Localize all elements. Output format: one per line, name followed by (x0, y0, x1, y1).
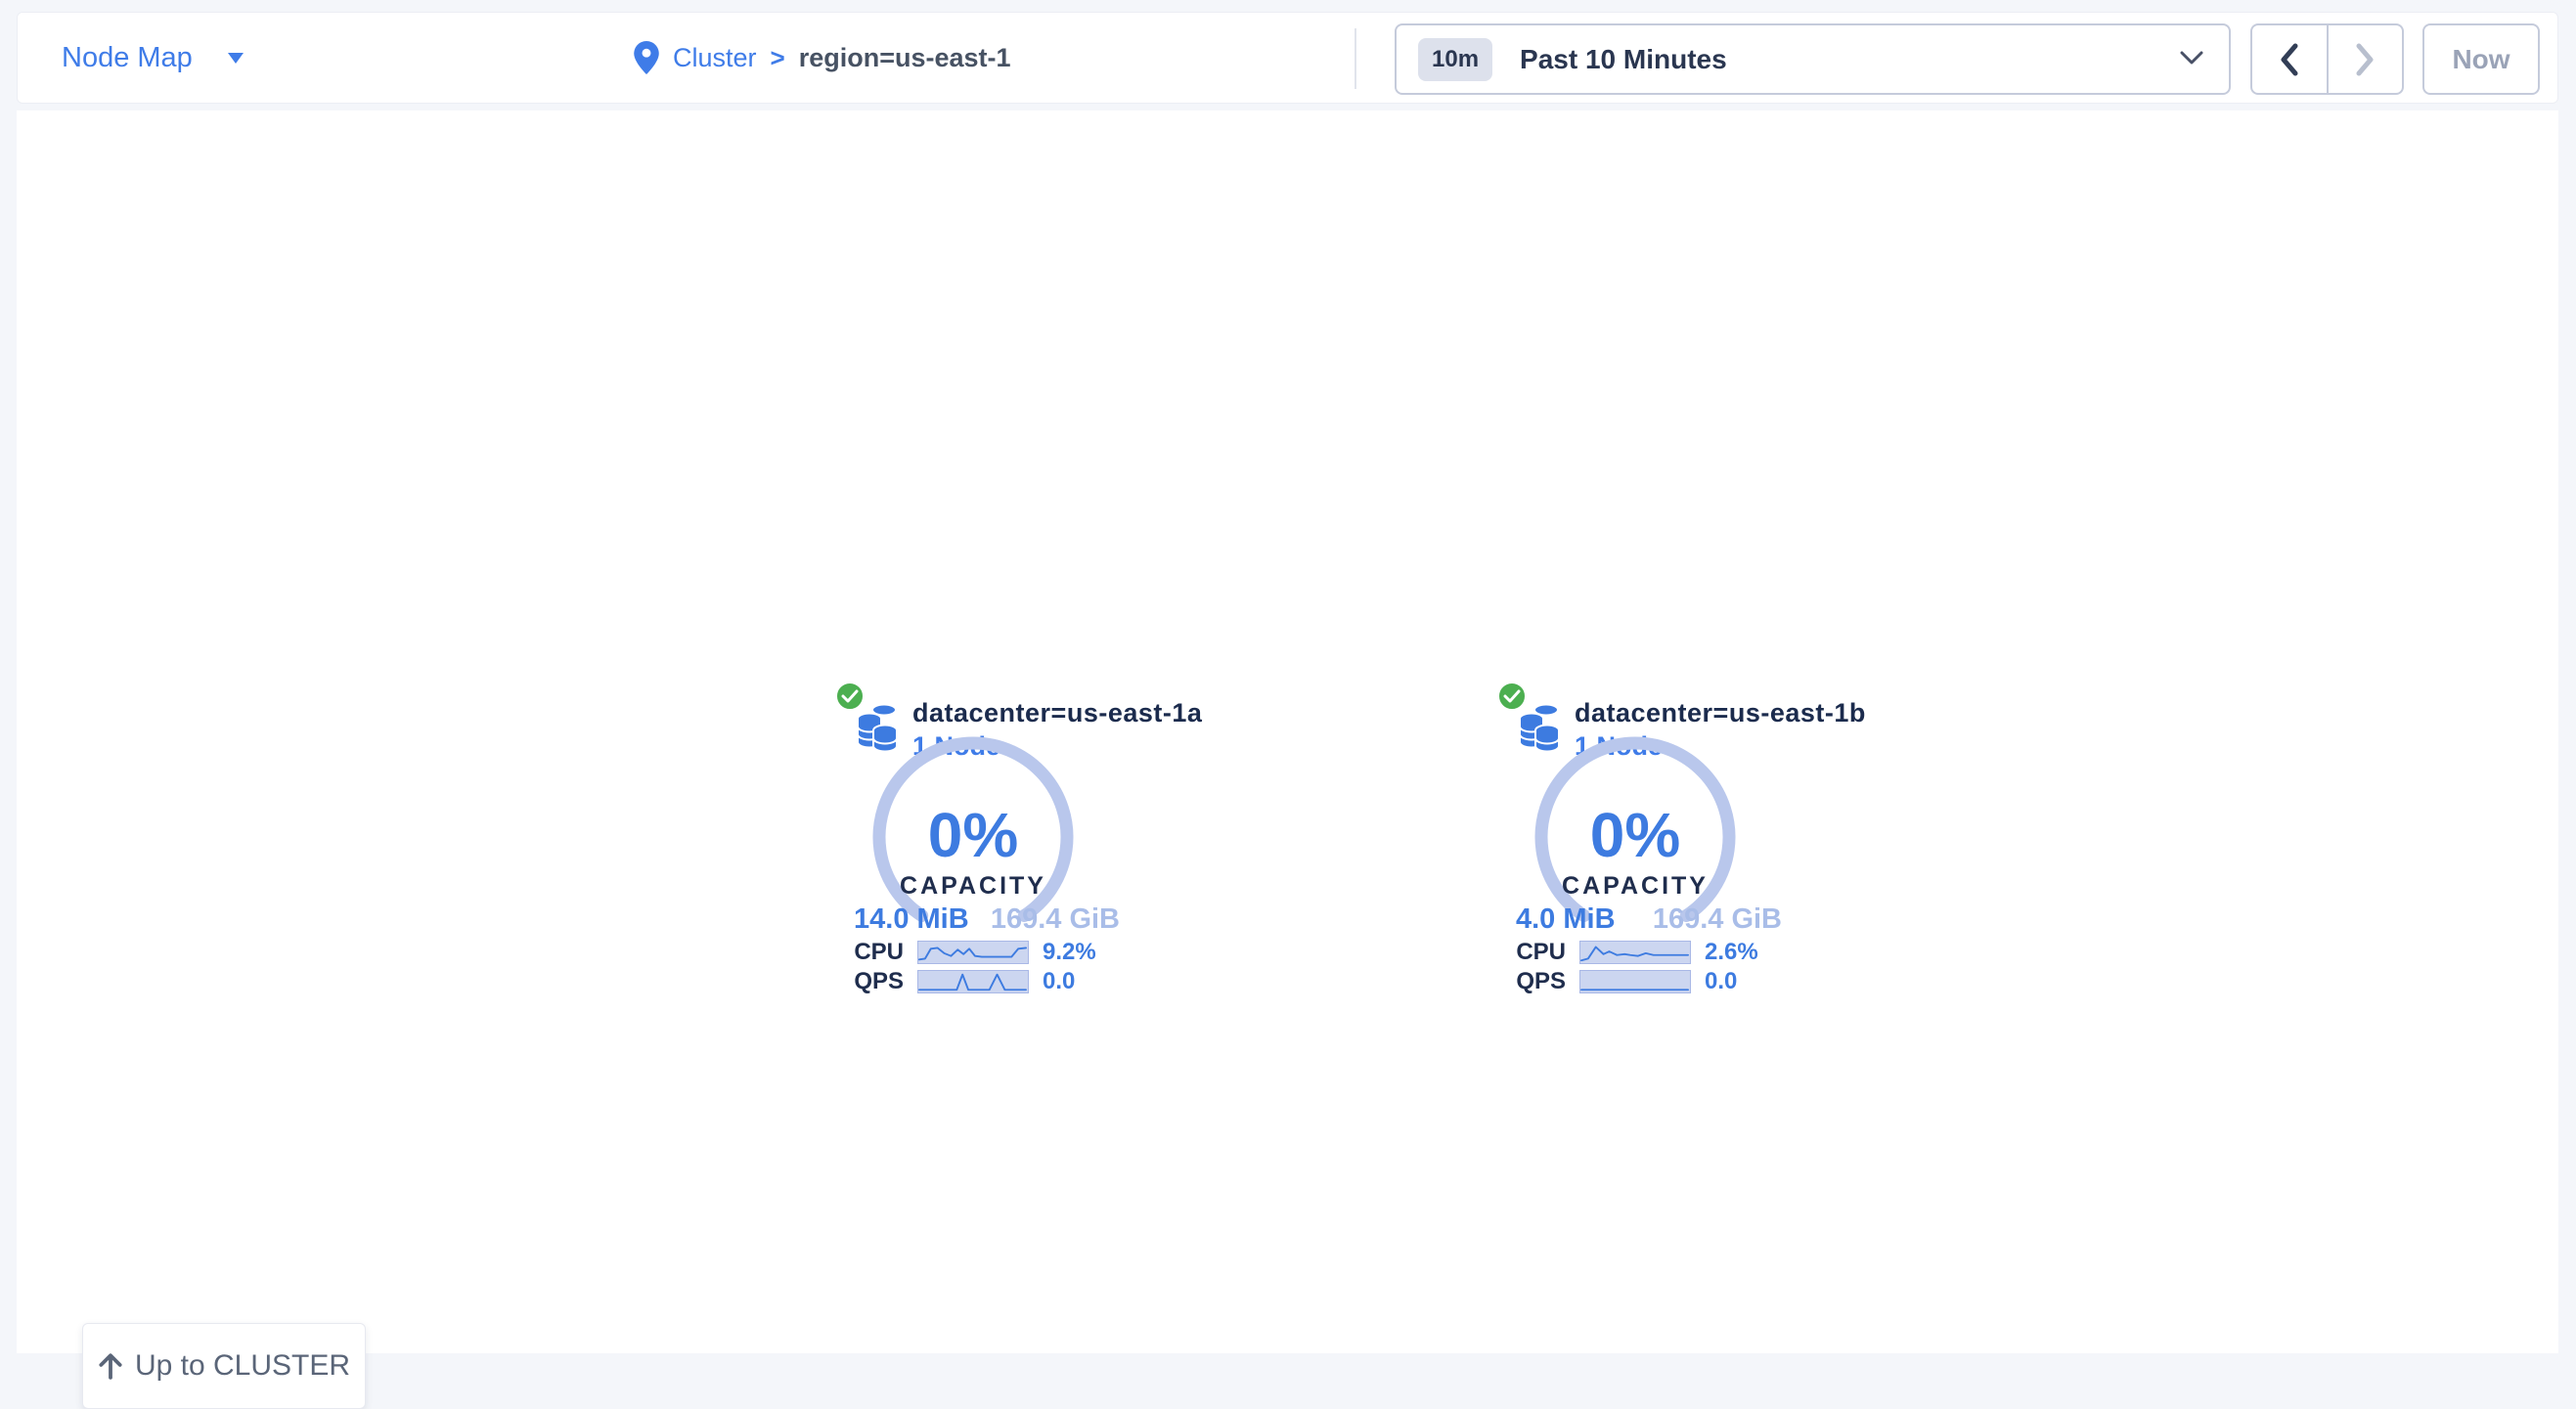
cpu-label: CPU (838, 939, 904, 966)
capacity-values: 14.0 MiB 169.4 GiB (854, 903, 1120, 936)
chevron-left-icon (2280, 43, 2299, 76)
cpu-sparkline (917, 941, 1029, 964)
cpu-value: 9.2% (1043, 939, 1096, 966)
capacity-percent: 0% (1530, 794, 1741, 876)
caret-down-icon (228, 53, 244, 64)
breadcrumb-cluster-link[interactable]: Cluster (673, 43, 757, 73)
view-selector-dropdown[interactable]: Node Map (62, 13, 244, 103)
breadcrumb: Cluster > region=us-east-1 (634, 13, 1011, 103)
breadcrumb-current: region=us-east-1 (799, 43, 1011, 73)
cpu-sparkline (1579, 941, 1691, 964)
qps-value: 0.0 (1043, 968, 1075, 995)
arrow-up-icon (98, 1352, 123, 1380)
qps-sparkline (917, 970, 1029, 993)
qps-metric-row: QPS 0.0 (838, 969, 1141, 994)
up-to-cluster-button[interactable]: Up to CLUSTER (82, 1323, 366, 1409)
qps-label: QPS (838, 968, 904, 995)
healthy-check-icon (1496, 681, 1528, 712)
cpu-label: CPU (1500, 939, 1566, 966)
capacity-total: 169.4 GiB (1653, 903, 1782, 936)
capacity-caption: CAPACITY (867, 872, 1079, 901)
capacity-percent: 0% (867, 794, 1079, 876)
capacity-values: 4.0 MiB 169.4 GiB (1516, 903, 1782, 936)
view-selector-label: Node Map (62, 42, 193, 74)
chevron-down-icon (2180, 51, 2203, 66)
locality-title: datacenter=us-east-1a (912, 698, 1202, 728)
qps-metric-row: QPS 0.0 (1500, 969, 1803, 994)
header-divider (1355, 28, 1356, 89)
location-pin-icon (634, 41, 659, 74)
qps-value: 0.0 (1705, 968, 1737, 995)
qps-sparkline (1579, 970, 1691, 993)
capacity-total: 169.4 GiB (991, 903, 1120, 936)
cpu-metric-row: CPU 9.2% (838, 940, 1141, 965)
breadcrumb-separator: > (771, 43, 785, 73)
cpu-metric-row: CPU 2.6% (1500, 940, 1803, 965)
chevron-right-icon (2355, 43, 2375, 76)
locality-card-us-east-1b[interactable]: datacenter=us-east-1b 1 Node 0% CAPACITY… (1500, 682, 1803, 1010)
healthy-check-icon (834, 681, 866, 712)
time-window-select[interactable]: 10m Past 10 Minutes (1395, 23, 2231, 95)
prev-time-button[interactable] (2252, 25, 2329, 93)
qps-label: QPS (1500, 968, 1566, 995)
time-window-label: Past 10 Minutes (1520, 44, 1727, 75)
now-button[interactable]: Now (2422, 23, 2540, 95)
locality-card-us-east-1a[interactable]: datacenter=us-east-1a 1 Node 0% CAPACITY… (838, 682, 1141, 1010)
cpu-value: 2.6% (1705, 939, 1758, 966)
capacity-used: 14.0 MiB (854, 903, 969, 936)
node-map-canvas: datacenter=us-east-1a 1 Node 0% CAPACITY… (17, 110, 2558, 1353)
header-bar: Node Map Cluster > region=us-east-1 10m … (17, 12, 2558, 104)
locality-title: datacenter=us-east-1b (1575, 698, 1866, 728)
up-to-cluster-label: Up to CLUSTER (135, 1349, 350, 1383)
next-time-button[interactable] (2329, 25, 2403, 93)
time-window-badge: 10m (1418, 38, 1492, 81)
capacity-caption: CAPACITY (1530, 872, 1741, 901)
capacity-used: 4.0 MiB (1516, 903, 1616, 936)
time-nav-arrows (2250, 23, 2404, 95)
